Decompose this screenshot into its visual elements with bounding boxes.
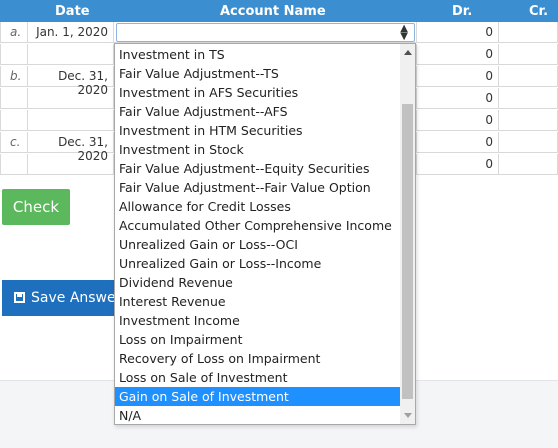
header-cr: Cr.	[529, 4, 549, 19]
date-cell[interactable]	[28, 88, 114, 109]
dropdown-option[interactable]: Investment Income	[115, 311, 401, 330]
header-dr: Dr.	[452, 4, 473, 19]
credit-cell[interactable]	[499, 132, 558, 153]
dropdown-option[interactable]: Interest Revenue	[115, 292, 401, 311]
table-header: Date Account Name Dr. Cr.	[0, 0, 558, 22]
dropdown-option[interactable]: N/A	[115, 406, 401, 424]
scroll-up-icon[interactable]	[404, 50, 412, 55]
row-letter	[0, 110, 28, 131]
dropdown-option[interactable]: Fair Value Adjustment--TS	[115, 64, 401, 83]
save-icon	[14, 292, 25, 303]
credit-cell[interactable]	[499, 110, 558, 131]
dropdown-option[interactable]: Investment in Stock	[115, 140, 401, 159]
select-updown-icon: ▲ ▼	[400, 23, 408, 42]
credit-cell[interactable]	[499, 66, 558, 87]
date-cell[interactable]: Dec. 31, 2020	[28, 66, 114, 97]
row-letter	[0, 44, 28, 65]
header-date: Date	[55, 4, 90, 19]
dropdown-option[interactable]: Dividend Revenue	[115, 273, 401, 292]
credit-cell[interactable]	[499, 88, 558, 109]
credit-cell[interactable]	[499, 154, 558, 175]
dropdown-option[interactable]: Fair Value Adjustment--Fair Value Option	[115, 178, 401, 197]
dropdown-option[interactable]: Fair Value Adjustment--Equity Securities	[115, 159, 401, 178]
row-letter: b.	[0, 66, 28, 87]
debit-cell[interactable]: 0	[417, 44, 499, 65]
debit-cell[interactable]: 0	[417, 132, 499, 153]
save-answers-button[interactable]: Save Answers	[2, 280, 122, 316]
date-cell[interactable]	[28, 154, 114, 175]
dropdown-option[interactable]: Investment in AFS Securities	[115, 83, 401, 102]
account-dropdown-list[interactable]: Investment in TS Fair Value Adjustment--T…	[114, 43, 416, 425]
dropdown-scrollbar[interactable]	[400, 44, 415, 424]
dropdown-option[interactable]: Accumulated Other Comprehensive Income	[115, 216, 401, 235]
account-select[interactable]: ▲ ▼	[116, 23, 415, 42]
credit-cell[interactable]	[499, 22, 558, 43]
row-letter: c.	[0, 132, 28, 153]
dropdown-option[interactable]: Gain on Sale of Investment	[115, 387, 401, 406]
row-letter	[0, 154, 28, 175]
dropdown-option[interactable]: Allowance for Credit Losses	[115, 197, 401, 216]
header-account-name: Account Name	[220, 4, 326, 19]
debit-cell[interactable]: 0	[417, 66, 499, 87]
date-cell[interactable]	[28, 110, 114, 131]
debit-cell[interactable]: 0	[417, 110, 499, 131]
dropdown-option[interactable]: Unrealized Gain or Loss--Income	[115, 254, 401, 273]
save-answers-label: Save Answers	[31, 290, 122, 306]
dropdown-option[interactable]: Loss on Sale of Investment	[115, 368, 401, 387]
dropdown-option[interactable]: Fair Value Adjustment--AFS	[115, 102, 401, 121]
row-letter: a.	[0, 22, 28, 43]
dropdown-option[interactable]: Investment in TS	[115, 45, 401, 64]
date-cell[interactable]	[28, 44, 114, 65]
debit-cell[interactable]: 0	[417, 88, 499, 109]
dropdown-option[interactable]: Investment in HTM Securities	[115, 121, 401, 140]
debit-cell[interactable]: 0	[417, 22, 499, 43]
check-button[interactable]: Check	[2, 189, 70, 225]
dropdown-option[interactable]: Recovery of Loss on Impairment	[115, 349, 401, 368]
debit-cell[interactable]: 0	[417, 154, 499, 175]
credit-cell[interactable]	[499, 44, 558, 65]
scrollbar-thumb[interactable]	[402, 104, 413, 399]
row-letter	[0, 88, 28, 109]
date-cell[interactable]: Dec. 31, 2020	[28, 132, 114, 163]
dropdown-option[interactable]: Loss on Impairment	[115, 330, 401, 349]
date-cell[interactable]: Jan. 1, 2020	[28, 22, 114, 43]
scroll-down-icon[interactable]	[404, 413, 412, 418]
dropdown-option[interactable]: Unrealized Gain or Loss--OCI	[115, 235, 401, 254]
